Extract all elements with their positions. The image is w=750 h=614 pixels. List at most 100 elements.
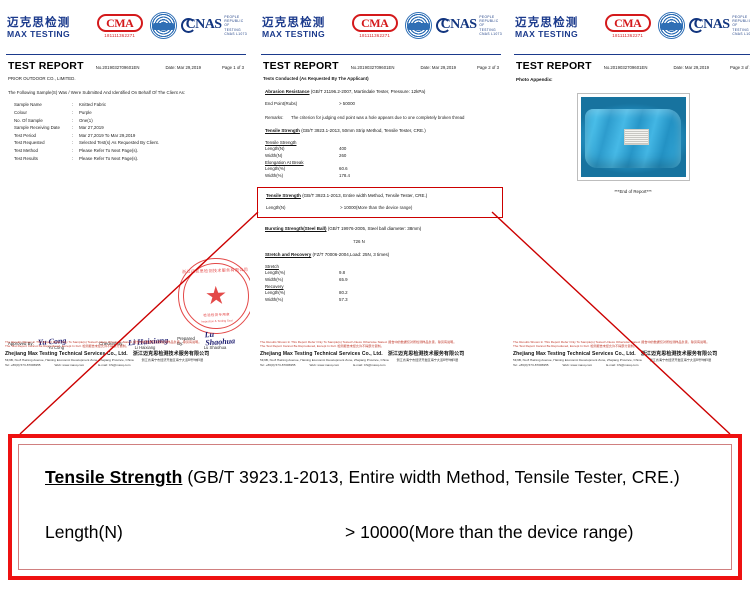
- ilac-mra-icon: [404, 12, 432, 39]
- tensile-row: Length(N) 400: [265, 145, 499, 152]
- footer-disclaimer-2: The Test Report Cannot Be Reproduced, Ex…: [5, 344, 129, 349]
- bursting-title: Bursting Strength(Steel Ball) (GB/T 1997…: [265, 226, 499, 231]
- callout-title: Tensile Strength (GB/T 3923.1-2013, Enti…: [45, 467, 705, 488]
- abrasion-row-value: > 50000: [339, 101, 355, 107]
- seal-bottom-text-en: Inspection & Testing Seal: [201, 318, 233, 324]
- footer-email: E-mail: CS@maxq.com: [98, 363, 131, 367]
- field-colon: :: [72, 147, 74, 153]
- footer-address-en: 5F,9B, No.8 Haining Avenue, Haining Econ…: [513, 357, 642, 362]
- sample-info-row: Test Results : Please Refer To Next Page…: [14, 155, 250, 163]
- footer-web: Web: www.maxq.com: [562, 363, 593, 367]
- callout-title-bold: Tensile Strength: [45, 467, 183, 487]
- footer-address-en: 5F,9B, No.8 Haining Avenue, Haining Econ…: [260, 357, 389, 362]
- callout-row-label: Length(N): [45, 522, 123, 542]
- footer-address: 5F,9B, No.8 Haining Avenue, Haining Econ…: [5, 358, 245, 363]
- bursting-value: 726 N: [353, 239, 365, 245]
- tensile-highlight-title: Tensile Strength (GB/T 3923.1-2013, Enti…: [266, 193, 498, 198]
- footer-address-cn: 浙江省海宁市经济开发区海宁大道8号9幢5层: [396, 357, 459, 362]
- footer-disclaimer-2: The Test Report Cannot Be Reproduced, Ex…: [260, 344, 384, 349]
- abrasion-row: End Point(Rubs) > 50000: [265, 100, 499, 107]
- seal-top-text: 浙江迈克思检测技术服务有限公司: [182, 266, 249, 275]
- cnas-sub-text: PEOPLEREPUBLICOFTESTINGCNAS L1073: [224, 14, 247, 36]
- report-title: TEST REPORT: [263, 60, 339, 73]
- elongation-row: Width(%) 178.4: [265, 172, 499, 179]
- end-of-report-text: ***End of Report***: [614, 189, 652, 195]
- submission-intro: The Following Sample(S) Was / Were Submi…: [8, 90, 186, 96]
- footer-company-en: Zhejiang Max Testing Technical Services …: [260, 350, 383, 357]
- field-key: Sample Name: [14, 102, 42, 108]
- footer-address-en: 5F,9B, No.8 Haining Avenue, Haining Econ…: [5, 357, 134, 362]
- sample-photo: [580, 97, 686, 178]
- cnas-mark-text: CNAS: [180, 17, 222, 34]
- sample-info-row: Sample Receiving Date : Mar 27,2019: [14, 124, 250, 132]
- footer-company: Zhejiang Max Testing Technical Services …: [5, 350, 245, 357]
- row-label: Length(%): [265, 290, 286, 296]
- bursting-section: Bursting Strength(Steel Ball) (GB/T 1997…: [255, 226, 505, 244]
- sample-photo-frame: [576, 93, 690, 182]
- official-seal-stamp: 浙江迈克思检测技术服务有限公司 ★ 检验检测专用章 Inspection & T…: [176, 256, 250, 336]
- field-value: Selected Test(s) As Requested By Client.: [79, 140, 159, 146]
- elongation-row: Length(%) 60.6: [265, 165, 499, 172]
- field-key: Test Method: [14, 147, 38, 153]
- accreditation-logos: CMA 181111362271 CNAS PEOPLE REPUBLIC OF TE…: [604, 12, 750, 39]
- footer-address: 5F,9B, No.8 Haining Avenue, Haining Econ…: [513, 358, 750, 363]
- company-logo: 迈克思检测 MAX TESTING: [262, 16, 326, 40]
- report-header-1: TEST REPORT No.2019032709601EN Date: Mar…: [0, 55, 250, 72]
- row-value: 80.2: [339, 290, 348, 296]
- abrasion-name: Abrasion Resistance: [265, 89, 310, 95]
- field-colon: :: [72, 102, 74, 108]
- sample-info-row: Test Period : Mar 27,2019 To Mar 29,2019: [14, 132, 250, 140]
- cnas-sub-text: PEOPLEREPUBLICOFTESTINGCNAS L1073: [479, 14, 502, 36]
- field-value: Mar 27,2019 To Mar 29,2019: [79, 132, 136, 138]
- sample-info-row: No. Of Sample : One(1): [14, 117, 250, 125]
- abrasion-row-label: End Point(Rubs): [265, 101, 298, 107]
- footer-contacts: Tel: +86(0) 573-87006955 Web: www.maxq.c…: [260, 363, 500, 367]
- report-header-2: TEST REPORT No.2019032709601EN Date: Mar…: [255, 55, 505, 72]
- magnified-callout: Tensile Strength (GB/T 3923.1-2013, Enti…: [8, 434, 742, 580]
- cma-logo: CMA 181111362271: [96, 13, 143, 38]
- footer-tel: Tel: +86(0) 573-87006955: [513, 363, 549, 367]
- row-value: 260: [339, 152, 347, 158]
- tensile-strip-name: Tensile Strength: [265, 127, 300, 133]
- cma-mark-text: CMA: [96, 13, 143, 32]
- letterhead: 迈克思检测 MAX TESTING CMA 181111362271 CNAS …: [0, 0, 250, 52]
- cma-logo: CMA 181111362271: [351, 13, 398, 38]
- field-value: Mar 27,2019: [79, 125, 104, 131]
- cma-number: 181111362271: [104, 32, 136, 38]
- field-value: Please Refer To Next Page(s).: [79, 155, 139, 161]
- row-value: 400: [339, 145, 347, 151]
- field-key: Sample Receiving Date: [14, 125, 60, 131]
- seal-star-icon: ★: [204, 281, 228, 310]
- remark-label: Remarks:: [265, 114, 284, 120]
- recovery-row: Width(%) 57.3: [265, 296, 499, 303]
- stretch-title: Stretch and Recovery (FZ/T 70006-2004,Lo…: [265, 252, 499, 257]
- callout-row-value: > 10000(More than the device range): [345, 522, 634, 542]
- cma-mark-text: CMA: [351, 13, 398, 32]
- report-page-number: Page 2 of 3: [477, 65, 499, 71]
- footer-company: Zhejiang Max Testing Technical Services …: [513, 350, 750, 357]
- client-name: PRIOR OUTDOOR CO., LIMITED.: [8, 76, 76, 82]
- cnas-mark-text: CNAS: [688, 17, 730, 34]
- letterhead: 迈克思检测 MAX TESTING CMA 181111362271 CNAS …: [508, 0, 750, 52]
- footer-address: 5F,9B, No.8 Haining Avenue, Haining Econ…: [260, 358, 500, 363]
- garment-label-icon: [623, 129, 649, 145]
- screenshot-root: 迈克思检测 MAX TESTING CMA 181111362271 CNAS …: [0, 0, 750, 614]
- field-colon: :: [72, 155, 74, 161]
- photo-appendix-label: Photo Appendix:: [516, 77, 553, 83]
- bursting-name: Bursting Strength(Steel Ball): [265, 226, 327, 232]
- callout-inner-border: Tensile Strength (GB/T 3923.1-2013, Enti…: [18, 444, 732, 570]
- abrasion-section: Abrasion Resistance (GB/T 21196.2-2007, …: [255, 89, 505, 119]
- report-page-3: 迈克思检测 MAX TESTING CMA 181111362271 CNAS …: [508, 0, 750, 400]
- ilac-mra-icon: [657, 12, 685, 39]
- report-date: Date: Mar 29,2019: [673, 65, 710, 71]
- sample-info-row: Colour : Purple: [14, 109, 250, 117]
- bursting-spec: (GB/T 19976-2005, Steel ball diameter: 3…: [327, 226, 422, 232]
- field-value: Please Refer To Next Page(s).: [79, 147, 139, 153]
- field-key: Test Results: [14, 155, 38, 161]
- callout-title-rest: (GB/T 3923.1-2013, Entire width Method, …: [182, 467, 680, 487]
- stretch-name: Stretch and Recovery: [265, 252, 312, 258]
- company-logo: 迈克思检测 MAX TESTING: [515, 16, 579, 40]
- company-logo: 迈克思检测 MAX TESTING: [7, 16, 71, 40]
- accreditation-logos: CMA 181111362271 CNAS PEOPLE REPUBLIC OF TE…: [351, 12, 502, 39]
- field-key: Test Requested: [14, 140, 45, 146]
